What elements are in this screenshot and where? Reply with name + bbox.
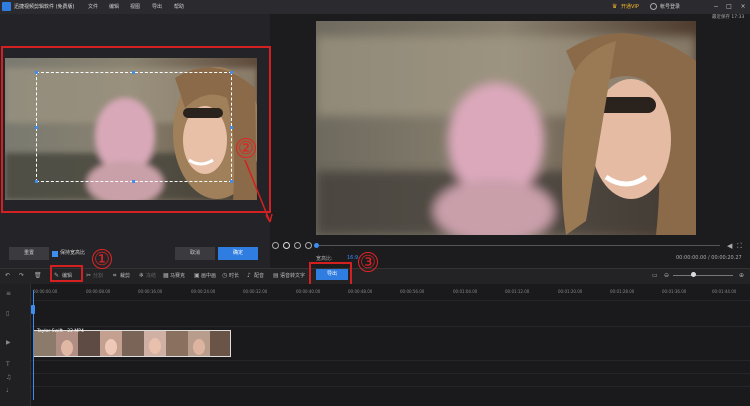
annotation-box-edit xyxy=(50,265,83,282)
ruler-tick-label: 00:01:28.00 xyxy=(610,289,635,294)
crop-icon: ⌗ xyxy=(113,272,117,279)
track-divider xyxy=(31,300,750,301)
ruler-tick-label: 00:01:04.00 xyxy=(453,289,478,294)
duration-button[interactable]: 时长 xyxy=(229,272,239,279)
ruler-tick-label: 00:00:16.00 xyxy=(138,289,163,294)
ruler-tick-label: 00:00:56.00 xyxy=(400,289,425,294)
cancel-button[interactable]: 取消 xyxy=(175,247,215,260)
title-bar: 迅捷视频剪辑软件 (免费版) 文件 编辑 视图 导出 帮助 ♛ 开通VIP 帐号… xyxy=(0,0,750,14)
clip-thumbnails xyxy=(34,331,230,356)
close-button[interactable]: × xyxy=(738,0,748,14)
crown-icon: ♛ xyxy=(612,3,618,10)
stop-button[interactable] xyxy=(305,242,312,249)
redo-icon[interactable]: ↷ xyxy=(19,272,24,279)
ruler-tick-label: 00:00:24.00 xyxy=(191,289,216,294)
aspect-ratio-label: 宽高比: xyxy=(316,256,333,262)
video-track-icon: ▶ xyxy=(6,339,11,346)
annotation-number-1: ① xyxy=(92,249,112,270)
app-title: 迅捷视频剪辑软件 (免费版) xyxy=(14,4,75,10)
clip-label: Taylor Swift - 22 MP4 xyxy=(37,329,84,334)
zoom-slider-knob[interactable] xyxy=(691,272,696,277)
track-menu-icon[interactable]: ≡ xyxy=(6,290,11,297)
zoom-in-icon[interactable]: ⊕ xyxy=(739,272,744,279)
ruler-tick-label: 00:01:36.00 xyxy=(662,289,687,294)
time-readout: 00:00:00.00 / 00:00:20.27 xyxy=(676,255,742,261)
text-track-icon: T xyxy=(6,361,10,368)
playback-progress-track[interactable] xyxy=(316,245,720,246)
annotation-number-2: ② xyxy=(236,138,256,159)
menu-edit[interactable]: 编辑 xyxy=(109,0,119,14)
ruler-tick-label: 00:01:44.00 xyxy=(712,289,737,294)
reset-button[interactable]: 重置 xyxy=(9,247,49,260)
prev-frame-button[interactable] xyxy=(272,242,279,249)
ruler-tick-label: 00:00:40.00 xyxy=(296,289,321,294)
keep-ratio-label: 保持宽高比 xyxy=(60,250,86,256)
split-button[interactable]: 分割 xyxy=(93,272,103,279)
delete-icon[interactable]: 🗑 xyxy=(34,272,42,279)
track-divider xyxy=(31,386,750,387)
track-divider xyxy=(31,373,750,374)
crop-button[interactable]: 裁剪 xyxy=(120,272,130,279)
track-lock-icon[interactable]: ▯ xyxy=(6,310,9,317)
annotation-box-crop xyxy=(1,46,271,213)
speech-to-text-icon: ▤ xyxy=(273,272,279,279)
speech-to-text-button[interactable]: 语音转文字 xyxy=(280,272,305,279)
freeze-icon: ❄ xyxy=(139,272,145,279)
voice-track-icon: ♩ xyxy=(6,387,9,394)
autosave-status: 最近保存 17:33 xyxy=(712,15,745,20)
vip-button[interactable]: 开通VIP xyxy=(621,0,639,14)
menu-help[interactable]: 帮助 xyxy=(174,0,184,14)
playhead-handle[interactable] xyxy=(31,305,35,314)
freeze-button[interactable]: 冻结 xyxy=(146,272,156,279)
pip-button[interactable]: 画中画 xyxy=(201,272,216,279)
play-button[interactable] xyxy=(283,242,290,249)
zoom-out-icon[interactable]: ⊖ xyxy=(664,272,669,279)
dub-button[interactable]: 配音 xyxy=(254,272,264,279)
user-icon xyxy=(650,3,657,10)
ruler-tick-label: 00:00:48.00 xyxy=(348,289,373,294)
menu-view[interactable]: 视图 xyxy=(130,0,140,14)
confirm-button[interactable]: 确定 xyxy=(218,247,258,260)
keep-ratio-checkbox[interactable] xyxy=(52,251,58,257)
next-frame-button[interactable] xyxy=(294,242,301,249)
aspect-ratio-value[interactable]: 16:9 xyxy=(347,255,358,261)
mosaic-icon: ▦ xyxy=(163,272,169,279)
menu-file[interactable]: 文件 xyxy=(88,0,98,14)
track-divider xyxy=(31,326,750,327)
maximize-button[interactable]: □ xyxy=(724,0,734,14)
undo-icon[interactable]: ↶ xyxy=(5,272,10,279)
ruler-tick-label: 00:01:12.00 xyxy=(505,289,530,294)
playback-progress-knob[interactable] xyxy=(314,243,319,248)
ruler-tick-label: 00:00:00.00 xyxy=(33,289,58,294)
ruler-tick-label: 00:00:08.00 xyxy=(86,289,111,294)
fullscreen-icon[interactable]: ⛶ xyxy=(737,242,742,251)
login-button[interactable]: 帐号登录 xyxy=(660,0,680,14)
ruler-tick-label: 00:00:32.00 xyxy=(243,289,268,294)
split-icon: ✂ xyxy=(86,272,92,279)
app-logo-icon xyxy=(2,2,11,11)
music-track-icon: ♫ xyxy=(6,374,12,381)
menu-export[interactable]: 导出 xyxy=(152,0,162,14)
track-sidebar xyxy=(0,284,31,406)
volume-icon[interactable]: ◀ xyxy=(727,242,732,250)
track-divider xyxy=(31,360,750,361)
zoom-slider-track[interactable] xyxy=(673,275,733,276)
duration-icon: ◷ xyxy=(222,272,228,279)
minimize-button[interactable]: − xyxy=(711,0,721,14)
fit-icon[interactable]: ▭ xyxy=(652,272,658,279)
microphone-icon: ♪ xyxy=(247,272,251,279)
video-clip[interactable] xyxy=(33,330,231,357)
mosaic-button[interactable]: 马赛克 xyxy=(170,272,185,279)
pip-icon: ▣ xyxy=(194,272,200,279)
ruler-tick-label: 00:01:20.00 xyxy=(558,289,583,294)
annotation-number-3: ③ xyxy=(358,252,378,273)
preview-video-frame xyxy=(316,21,696,235)
